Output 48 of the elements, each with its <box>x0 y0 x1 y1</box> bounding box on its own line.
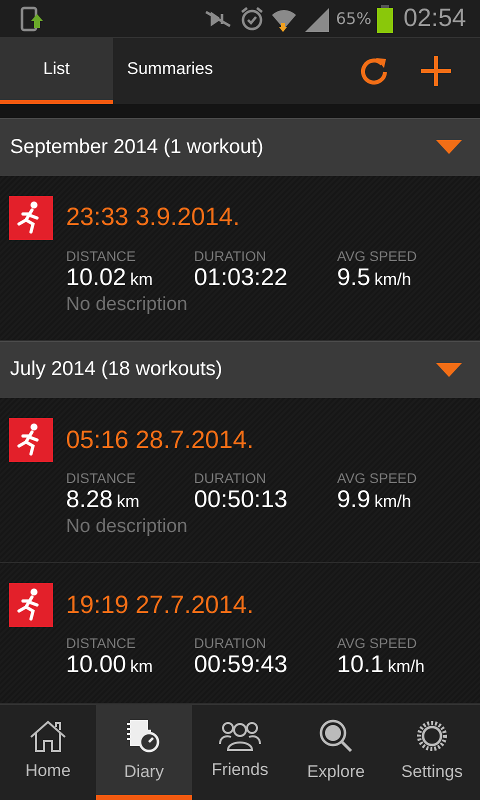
stat-label: DISTANCE <box>66 248 137 264</box>
workout-time[interactable]: 19:19 27.7.2014. <box>66 590 254 620</box>
refresh-icon[interactable] <box>358 55 390 87</box>
clock-time: 02:54 <box>403 4 466 33</box>
runner-icon <box>9 583 53 627</box>
month-title: September 2014 (1 workout) <box>10 136 264 159</box>
settings-icon <box>414 718 450 754</box>
runner-icon <box>9 418 53 462</box>
month-header[interactable]: July 2014 (18 workouts) <box>0 340 480 398</box>
runner-icon <box>9 196 53 240</box>
month-title: July 2014 (18 workouts) <box>10 358 222 382</box>
distance-value: 10.02 km <box>66 264 154 292</box>
duration-value: 00:59:43 <box>194 651 288 679</box>
stat-label: DURATION <box>194 470 268 486</box>
nav-tab[interactable]: Settings <box>384 705 480 800</box>
speed-value: 9.5 km/h <box>337 264 412 292</box>
duration-value: 00:50:13 <box>194 486 288 514</box>
globe-search-icon <box>318 718 354 754</box>
speed-value: 9.9 km/h <box>337 486 412 514</box>
alarm-icon <box>238 6 265 32</box>
month-header[interactable]: September 2014 (1 workout) <box>0 118 480 176</box>
distance-value: 10.00 km <box>66 651 154 679</box>
stat-label: DISTANCE <box>66 470 137 486</box>
stat-label: AVG SPEED <box>337 635 418 651</box>
nav-tab[interactable]: Home <box>0 705 96 800</box>
distance-value: 8.28 km <box>66 486 140 514</box>
duration-value: 01:03:22 <box>194 264 288 292</box>
people-icon <box>218 720 262 752</box>
speed-value: 10.1 km/h <box>337 651 426 679</box>
nav-tab[interactable]: Friends <box>192 705 288 800</box>
nav-tab[interactable]: Diary <box>96 705 192 800</box>
workout-description: No description <box>65 516 188 538</box>
tab[interactable]: Summaries <box>113 38 227 104</box>
stat-label: AVG SPEED <box>337 248 418 264</box>
signal-icon <box>302 6 331 32</box>
stat-label: AVG SPEED <box>337 470 418 486</box>
workout-time[interactable]: 23:33 3.9.2014. <box>66 203 240 232</box>
nav-tab[interactable]: Explore <box>288 705 384 800</box>
workout-time[interactable]: 05:16 28.7.2014. <box>66 426 254 454</box>
stat-label: DISTANCE <box>66 635 137 651</box>
home-icon <box>28 719 68 753</box>
battery-icon <box>376 4 394 32</box>
stat-label: DURATION <box>194 635 268 651</box>
add-icon[interactable] <box>420 55 452 87</box>
battery-percent: 65% <box>336 9 372 28</box>
tab[interactable]: List <box>0 38 113 104</box>
workout-description: No description <box>65 294 188 316</box>
stat-label: DURATION <box>194 248 268 264</box>
